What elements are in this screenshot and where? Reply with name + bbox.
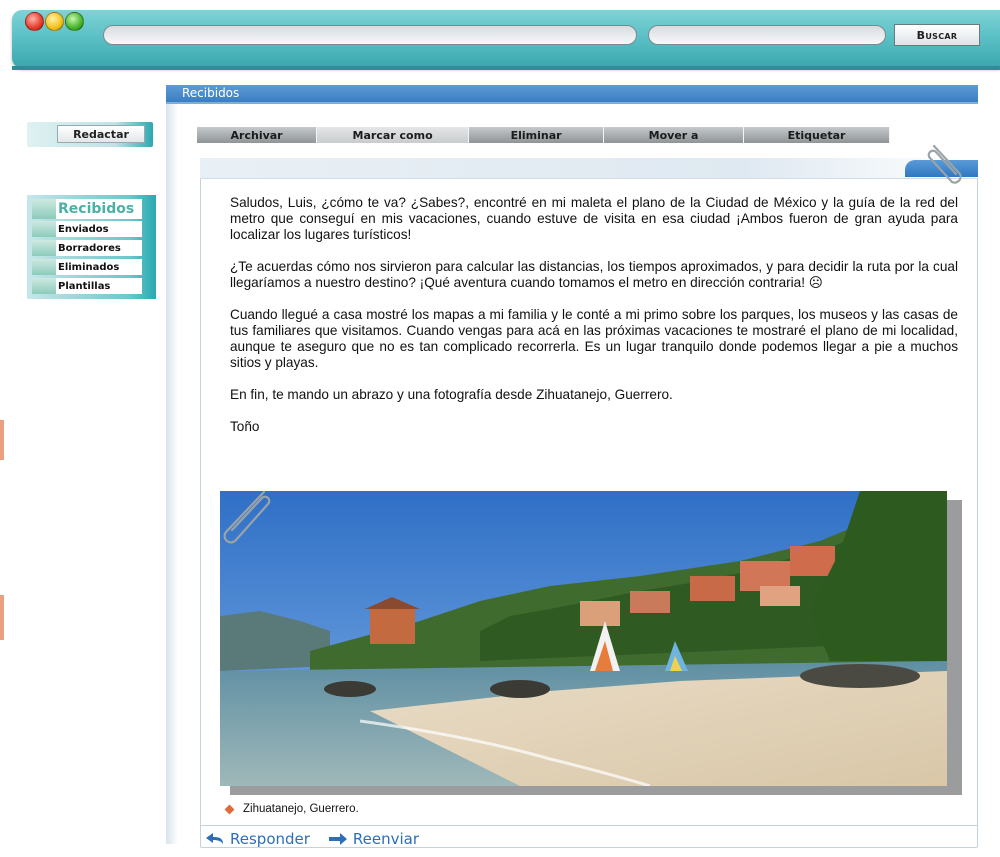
label-button[interactable]: Etiquetar bbox=[744, 127, 891, 143]
folder-tab-icon bbox=[32, 199, 56, 219]
forward-arrow-icon bbox=[328, 833, 347, 845]
reply-arrow-icon bbox=[206, 833, 223, 844]
message-body: Saludos, Luis, ¿cómo te va? ¿Sabes?, enc… bbox=[230, 195, 958, 451]
folder-list: Recibidos Enviados Borradores Eliminados… bbox=[27, 195, 156, 299]
actions-divider bbox=[200, 825, 978, 826]
delete-button[interactable]: Eliminar bbox=[469, 127, 605, 143]
minimize-window-button[interactable] bbox=[45, 12, 64, 31]
folder-deleted[interactable]: Eliminados bbox=[32, 259, 142, 275]
folder-sent[interactable]: Enviados bbox=[32, 221, 142, 237]
folder-tab-icon bbox=[32, 240, 56, 256]
search-input[interactable] bbox=[648, 25, 886, 45]
message-toolbar: Archivar Marcar como Eliminar Mover a Et… bbox=[197, 127, 891, 143]
panel-header-underline bbox=[166, 102, 978, 104]
close-window-button[interactable] bbox=[25, 12, 44, 31]
compose-button-frame: Redactar bbox=[27, 122, 153, 147]
folder-tab-icon bbox=[32, 259, 56, 275]
message-paragraph: Saludos, Luis, ¿cómo te va? ¿Sabes?, enc… bbox=[230, 195, 958, 242]
compose-button[interactable]: Redactar bbox=[57, 125, 145, 143]
search-button[interactable]: Buscar bbox=[894, 24, 980, 46]
left-edge-mark bbox=[0, 595, 4, 640]
left-edge-mark bbox=[0, 420, 4, 460]
mark-as-button[interactable]: Marcar como bbox=[317, 127, 470, 143]
photo-caption-text: Zihuatanejo, Guerrero. bbox=[243, 803, 359, 815]
panel-header: Recibidos bbox=[166, 85, 978, 102]
folder-label: Enviados bbox=[58, 223, 109, 235]
folder-label: Recibidos bbox=[58, 201, 135, 217]
folder-label: Borradores bbox=[58, 242, 121, 254]
maximize-window-button[interactable] bbox=[65, 12, 84, 31]
folder-drafts[interactable]: Borradores bbox=[32, 240, 142, 256]
address-bar[interactable] bbox=[103, 25, 637, 45]
beach-photo[interactable] bbox=[220, 491, 947, 786]
message-header-strip bbox=[200, 158, 978, 179]
paperclip-icon bbox=[927, 144, 962, 184]
archive-button[interactable]: Archivar bbox=[197, 127, 318, 143]
attachment-paperclip-icon bbox=[223, 490, 271, 544]
titlebar-border bbox=[12, 66, 1000, 70]
message-paragraph: Cuando llegué a casa mostré los mapas a … bbox=[230, 307, 958, 370]
folder-inbox[interactable]: Recibidos bbox=[32, 199, 142, 219]
message-paragraph: En fin, te mando un abrazo y una fotogra… bbox=[230, 387, 673, 402]
folder-tab-icon bbox=[32, 221, 56, 237]
message-actions: Responder Reenviar bbox=[205, 830, 419, 848]
panel-left-shade bbox=[166, 104, 178, 844]
panel-title: Recibidos bbox=[182, 86, 240, 100]
message-paragraph: ¿Te acuerdas cómo nos sirvieron para cal… bbox=[230, 259, 958, 290]
forward-label: Reenviar bbox=[352, 830, 420, 848]
caption-bullet-icon bbox=[224, 804, 235, 814]
folder-label: Plantillas bbox=[58, 280, 111, 292]
photo-caption: Zihuatanejo, Guerrero. bbox=[224, 803, 359, 815]
move-to-button[interactable]: Mover a bbox=[604, 127, 745, 143]
folder-label: Eliminados bbox=[58, 261, 120, 273]
folder-templates[interactable]: Plantillas bbox=[32, 278, 142, 294]
message-signature: Toño bbox=[230, 419, 260, 434]
beach-photo-illustration bbox=[220, 491, 947, 786]
folder-tab-icon bbox=[32, 278, 56, 294]
forward-button[interactable]: Reenviar bbox=[328, 830, 419, 848]
reply-button[interactable]: Responder bbox=[205, 830, 310, 848]
reply-label: Responder bbox=[230, 830, 310, 848]
